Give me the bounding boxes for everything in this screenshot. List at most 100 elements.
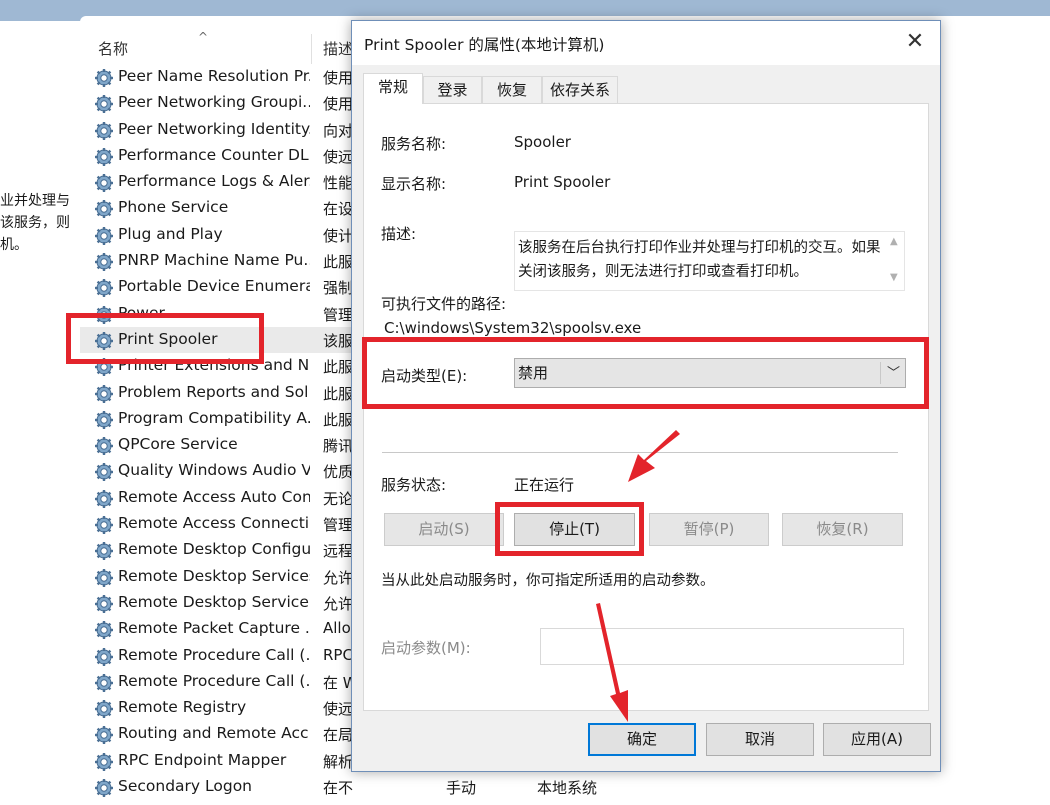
service-name: Routing and Remote Acc... <box>118 724 310 743</box>
services-list-header: 名称 ^ 描述 <box>80 30 360 64</box>
service-description: 使远 <box>323 147 353 166</box>
service-description: 使远 <box>323 700 353 719</box>
service-gear-icon <box>94 778 114 798</box>
service-gear-icon <box>94 725 114 745</box>
service-name: Remote Desktop Service... <box>118 592 310 611</box>
background-description-fragment: 业并处理与 该服务，则 机。 <box>0 193 70 253</box>
service-description: 使计 <box>323 226 353 245</box>
column-header-name[interactable]: 名称 <box>98 38 128 59</box>
service-gear-icon <box>94 68 114 88</box>
service-status-label: 服务状态: <box>381 476 447 494</box>
description-box[interactable]: 该服务在后台执行打印作业并处理与打印机的交互。如果关闭该服务，则无法进行打印或查… <box>514 231 905 291</box>
apply-button[interactable]: 应用(A) <box>823 723 931 756</box>
service-name-value: Spooler <box>514 133 571 151</box>
service-description: 性能 <box>323 174 353 193</box>
service-description: RPC <box>323 645 353 664</box>
service-gear-icon <box>94 384 114 404</box>
sort-ascending-icon: ^ <box>198 30 209 44</box>
service-gear-icon <box>94 647 114 667</box>
pause-button[interactable]: 暂停(P) <box>649 513 769 546</box>
service-description: 在设 <box>323 200 353 219</box>
display-name-label: 显示名称: <box>381 175 447 193</box>
start-params-hint: 当从此处启动服务时，你可指定所适用的启动参数。 <box>381 573 715 589</box>
annotation-box-stop-button <box>495 502 644 556</box>
service-description: 在 W <box>323 673 353 692</box>
dialog-title: Print Spooler 的属性(本地计算机) <box>364 36 605 54</box>
column-divider[interactable] <box>311 34 312 64</box>
tab-recovery[interactable]: 恢复 <box>482 76 542 103</box>
service-description: 使用 <box>323 95 353 114</box>
tab-general[interactable]: 常规 <box>363 73 423 104</box>
service-description: 此服 <box>323 410 353 429</box>
description-label: 描述: <box>381 225 417 243</box>
service-name: Peer Networking Identity... <box>118 119 310 138</box>
service-gear-icon <box>94 568 114 588</box>
service-description: 此服 <box>323 253 353 272</box>
service-startup-type: 手动 <box>446 779 477 798</box>
service-description: 此服 <box>323 358 353 377</box>
section-divider <box>382 452 898 453</box>
service-description: 远程 <box>323 542 353 561</box>
service-description: 该服 <box>323 331 353 350</box>
service-name: Performance Counter DL... <box>118 145 310 164</box>
service-description: 向对 <box>323 121 353 140</box>
service-gear-icon <box>94 515 114 535</box>
service-name: Remote Packet Capture ... <box>118 619 310 638</box>
service-gear-icon <box>94 673 114 693</box>
cancel-button[interactable]: 取消 <box>706 723 814 756</box>
service-gear-icon <box>94 752 114 772</box>
service-name: Quality Windows Audio V... <box>118 461 310 480</box>
scroll-down-icon[interactable]: ▼ <box>890 272 898 283</box>
service-name: Remote Registry <box>118 698 247 717</box>
display-name-value: Print Spooler <box>514 173 611 191</box>
service-description: 优质 <box>323 463 353 482</box>
description-scrollbar[interactable]: ▲ ▼ <box>886 232 904 290</box>
close-icon[interactable]: ✕ <box>898 27 932 59</box>
service-name: Portable Device Enumera... <box>118 277 310 296</box>
executable-path-value: C:\windows\System32\spoolsv.exe <box>384 319 642 337</box>
service-gear-icon <box>94 489 114 509</box>
service-gear-icon <box>94 278 114 298</box>
service-description: 使用 <box>323 69 353 87</box>
service-name: Phone Service <box>118 198 229 217</box>
service-gear-icon <box>94 147 114 167</box>
service-name: QPCore Service <box>118 435 238 454</box>
service-gear-icon <box>94 252 114 272</box>
service-name: Peer Name Resolution Pr... <box>118 67 310 85</box>
service-logon-as: 本地系统 <box>537 779 598 798</box>
start-params-input[interactable] <box>540 628 904 665</box>
service-description: 无论 <box>323 489 353 508</box>
column-header-description[interactable]: 描述 <box>323 38 353 59</box>
service-name: Remote Access Connecti... <box>118 514 310 533</box>
service-description: 管理 <box>323 305 353 324</box>
service-name-label: 服务名称: <box>381 135 447 153</box>
tab-logon[interactable]: 登录 <box>423 76 482 103</box>
service-description: 允许 <box>323 568 353 587</box>
service-description: 允许 <box>323 594 353 613</box>
service-name: Remote Desktop Services <box>118 566 310 585</box>
dialog-titlebar[interactable]: Print Spooler 的属性(本地计算机) ✕ <box>352 21 940 65</box>
service-description: 在局 <box>323 726 353 745</box>
scroll-up-icon[interactable]: ▲ <box>890 236 898 247</box>
service-name: RPC Endpoint Mapper <box>118 750 287 769</box>
service-description: Allo <box>323 619 351 638</box>
service-gear-icon <box>94 541 114 561</box>
service-name: Remote Desktop Configu... <box>118 540 310 559</box>
service-name: Secondary Logon <box>118 777 253 796</box>
service-row[interactable]: Secondary Logon 在不... 手动 本地系统 <box>80 774 597 800</box>
resume-button[interactable]: 恢复(R) <box>782 513 903 546</box>
tab-dependencies[interactable]: 依存关系 <box>542 76 618 103</box>
description-text: 该服务在后台执行打印作业并处理与打印机的交互。如果关闭该服务，则无法进行打印或查… <box>518 240 881 280</box>
service-gear-icon <box>94 620 114 640</box>
service-gear-icon <box>94 199 114 219</box>
start-button[interactable]: 启动(S) <box>384 513 504 546</box>
service-name: Plug and Play <box>118 224 223 243</box>
service-name: Performance Logs & Aler... <box>118 172 310 191</box>
service-gear-icon <box>94 94 114 114</box>
service-name: Remote Access Auto Con... <box>118 487 310 506</box>
ok-button[interactable]: 确定 <box>588 723 696 756</box>
service-gear-icon <box>94 173 114 193</box>
annotation-box-print-spooler <box>66 313 264 364</box>
service-name: PNRP Machine Name Pu... <box>118 251 310 270</box>
service-name: Peer Networking Groupi... <box>118 93 310 112</box>
